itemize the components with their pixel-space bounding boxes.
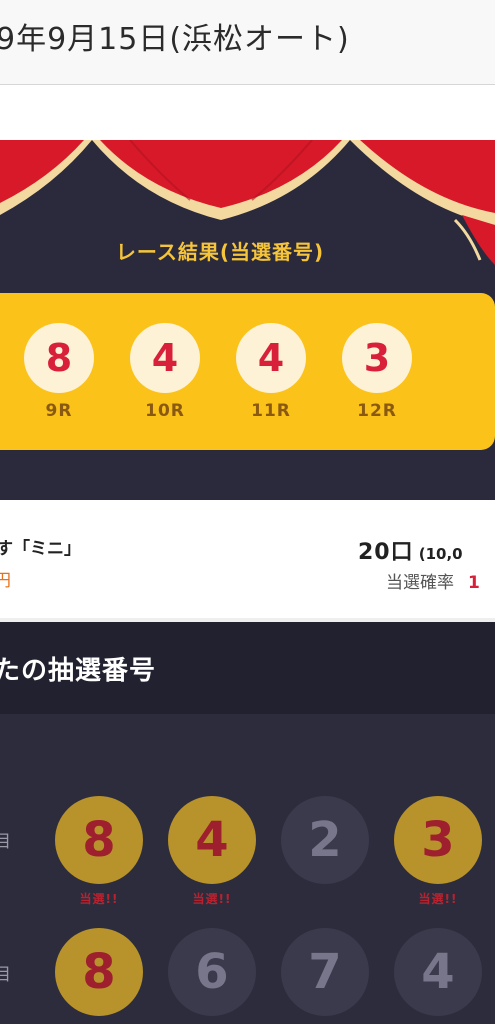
pick-ball-hit: 8 [55, 928, 143, 1016]
result-race-label: 11R [251, 401, 291, 421]
result-band: 8 9R 4 10R 4 11R 3 12R [0, 293, 495, 450]
result-item: 4 10R [130, 323, 200, 421]
pick-ball-hit: 4 [168, 796, 256, 884]
pick-ball-miss: 6 [168, 928, 256, 1016]
product-name: す「ミニ」 [0, 539, 81, 559]
your-picks-section: たの抽選番号 目 8 当選!! 4 当選!! 2 3 当選!! 目 8 6 7 … [0, 622, 495, 1024]
ticket-count-sub: (10,0 [418, 545, 463, 563]
pick-item: 8 [55, 928, 143, 1016]
pick-ball-miss: 2 [281, 796, 369, 884]
product-price: 円 [0, 571, 11, 591]
win-mark: 当選!! [79, 892, 119, 906]
pick-item: 4 当選!! [168, 796, 256, 906]
result-title: レース結果(当選番号) [115, 240, 325, 264]
pick-item: 3 当選!! [394, 796, 482, 906]
result-item: 3 12R [342, 323, 412, 421]
result-item: 4 11R [236, 323, 306, 421]
result-item: 8 9R [24, 323, 94, 421]
pick-item: 7 [281, 928, 369, 1016]
page-title: 9年9月15日(浜松オート) [0, 22, 350, 57]
result-number-ball: 8 [24, 323, 94, 393]
result-race-label: 10R [145, 401, 185, 421]
ticket-info: す「ミニ」 円 20口 (10,0 当選確率 1 [0, 500, 495, 618]
result-stage: レース結果(当選番号) 8 9R 4 10R 4 11R 3 12R [0, 140, 495, 500]
picks-title: たの抽選番号 [0, 656, 157, 686]
pick-item: 6 [168, 928, 256, 1016]
win-probability: 当選確率 1 [386, 568, 480, 593]
result-race-label: 9R [45, 401, 73, 421]
pick-ball-hit: 8 [55, 796, 143, 884]
win-mark: 当選!! [418, 892, 458, 906]
result-race-label: 12R [357, 401, 397, 421]
win-mark: 当選!! [192, 892, 232, 906]
result-number-ball: 4 [130, 323, 200, 393]
ticket-count-main: 20口 [358, 540, 414, 565]
pick-row-label: 目 [0, 965, 11, 985]
pick-item: 2 [281, 796, 369, 906]
win-mark [281, 890, 369, 906]
probability-label: 当選確率 [386, 573, 454, 593]
pick-ball-miss: 4 [394, 928, 482, 1016]
pick-row-label: 目 [0, 832, 11, 852]
probability-value: 1 [468, 573, 480, 593]
pick-ball-miss: 7 [281, 928, 369, 1016]
pick-item: 4 [394, 928, 482, 1016]
page-header: 9年9月15日(浜松オート) [0, 0, 495, 85]
pick-item: 8 当選!! [55, 796, 143, 906]
pick-ball-hit: 3 [394, 796, 482, 884]
result-number-ball: 4 [236, 323, 306, 393]
picks-header: たの抽選番号 [0, 622, 495, 714]
result-number-ball: 3 [342, 323, 412, 393]
ticket-count: 20口 (10,0 [358, 534, 463, 566]
